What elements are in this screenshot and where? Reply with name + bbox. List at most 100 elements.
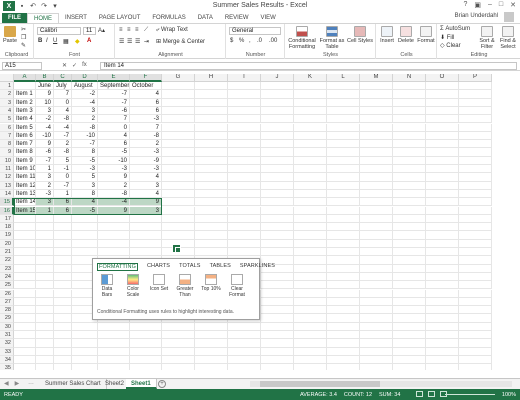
align-center-icon[interactable]: ☰ (127, 38, 132, 45)
cell-b33[interactable] (36, 347, 54, 356)
cell-l31[interactable] (327, 331, 360, 340)
cell-f35[interactable] (130, 364, 162, 370)
cell-k33[interactable] (294, 347, 327, 356)
cell-p22[interactable] (459, 256, 492, 265)
cell-j16[interactable] (261, 206, 294, 215)
insert-cells-button[interactable]: Insert (378, 26, 396, 44)
cell-c3[interactable]: 0 (54, 98, 72, 107)
column-header-l[interactable]: L (327, 74, 360, 82)
cell-k31[interactable] (294, 331, 327, 340)
cell-h21[interactable] (195, 248, 228, 257)
insert-function-icon[interactable]: fx (82, 62, 87, 69)
cell-j5[interactable] (261, 115, 294, 124)
row-header[interactable]: 6 (0, 123, 14, 132)
cell-h12[interactable] (195, 173, 228, 182)
cell-o2[interactable] (426, 90, 459, 99)
cell-f17[interactable] (130, 214, 162, 224)
cell-c24[interactable] (54, 272, 72, 282)
row-header[interactable]: 18 (0, 223, 14, 232)
cell-c9[interactable]: -8 (54, 148, 72, 157)
cell-a30[interactable] (14, 322, 36, 331)
cell-b28[interactable] (36, 306, 54, 315)
align-right-icon[interactable]: ☰ (135, 38, 140, 45)
cell-e35[interactable] (98, 364, 130, 370)
cell-n17[interactable] (393, 214, 426, 224)
qa-tab-tables[interactable]: TABLES (210, 263, 231, 271)
cell-a10[interactable]: Item 9 (14, 156, 36, 165)
cell-n7[interactable] (393, 131, 426, 141)
row-header[interactable]: 4 (0, 106, 14, 116)
row-header[interactable]: 27 (0, 297, 14, 307)
cell-g7[interactable] (162, 131, 195, 141)
cell-g12[interactable] (162, 173, 195, 182)
cell-k6[interactable] (294, 123, 327, 132)
cell-h2[interactable] (195, 90, 228, 99)
cell-f4[interactable]: 6 (130, 106, 162, 116)
cell-c21[interactable] (54, 248, 72, 257)
cell-l18[interactable] (327, 223, 360, 232)
cell-h19[interactable] (195, 231, 228, 240)
cell-n1[interactable] (393, 82, 426, 91)
cell-f31[interactable] (130, 331, 162, 340)
cell-a31[interactable] (14, 331, 36, 340)
cell-m11[interactable] (360, 165, 393, 174)
cell-m23[interactable] (360, 264, 393, 273)
row-header[interactable]: 19 (0, 231, 14, 240)
cell-n35[interactable] (393, 364, 426, 370)
cell-d7[interactable]: -10 (72, 131, 98, 141)
cell-p33[interactable] (459, 347, 492, 356)
cell-e14[interactable]: -8 (98, 189, 130, 199)
cell-f16[interactable]: 3 (130, 206, 162, 215)
cell-m6[interactable] (360, 123, 393, 132)
format-painter-icon[interactable]: ✎ (21, 42, 26, 49)
cell-c1[interactable]: July (54, 82, 72, 91)
cell-f12[interactable]: 4 (130, 173, 162, 182)
row-header[interactable]: 12 (0, 173, 14, 182)
cell-l5[interactable] (327, 115, 360, 124)
align-top-icon[interactable]: ≡ (119, 27, 123, 33)
row-header[interactable]: 24 (0, 272, 14, 282)
cell-j19[interactable] (261, 231, 294, 240)
cell-l23[interactable] (327, 264, 360, 273)
italic-icon[interactable]: I (46, 38, 48, 44)
qa-color-scale-button[interactable]: Color Scale (123, 274, 143, 298)
cell-m24[interactable] (360, 272, 393, 282)
close-icon[interactable]: ✕ (510, 1, 516, 9)
cell-n27[interactable] (393, 297, 426, 307)
row-header[interactable]: 33 (0, 347, 14, 356)
percent-icon[interactable]: % (239, 38, 244, 44)
cell-g17[interactable] (162, 214, 195, 224)
cell-i15[interactable] (228, 198, 261, 207)
cell-k18[interactable] (294, 223, 327, 232)
cell-p11[interactable] (459, 165, 492, 174)
cell-p20[interactable] (459, 239, 492, 248)
cell-o1[interactable] (426, 82, 459, 91)
cell-d30[interactable] (72, 322, 98, 331)
cell-e10[interactable]: -10 (98, 156, 130, 165)
cell-b32[interactable] (36, 339, 54, 348)
cell-p27[interactable] (459, 297, 492, 307)
cell-f13[interactable]: 3 (130, 181, 162, 190)
cell-b16[interactable]: 1 (36, 206, 54, 215)
cell-k16[interactable] (294, 206, 327, 215)
cell-k26[interactable] (294, 289, 327, 298)
fill-button[interactable]: ⬇ Fill (440, 34, 454, 41)
cell-k34[interactable] (294, 355, 327, 365)
column-header-b[interactable]: B (36, 74, 54, 82)
cell-e3[interactable]: -7 (98, 98, 130, 107)
cell-d34[interactable] (72, 355, 98, 365)
cell-a14[interactable]: Item 13 (14, 189, 36, 199)
cell-m10[interactable] (360, 156, 393, 165)
row-header[interactable]: 26 (0, 289, 14, 298)
cell-b35[interactable] (36, 364, 54, 370)
column-header-i[interactable]: I (228, 74, 261, 82)
borders-icon[interactable]: ▦ (63, 38, 69, 45)
cell-i17[interactable] (228, 214, 261, 224)
clear-button[interactable]: ◇ Clear (440, 42, 461, 49)
cell-m26[interactable] (360, 289, 393, 298)
cell-k11[interactable] (294, 165, 327, 174)
cell-c7[interactable]: -7 (54, 131, 72, 141)
cell-o5[interactable] (426, 115, 459, 124)
cell-a3[interactable]: Item 2 (14, 98, 36, 107)
cell-k3[interactable] (294, 98, 327, 107)
